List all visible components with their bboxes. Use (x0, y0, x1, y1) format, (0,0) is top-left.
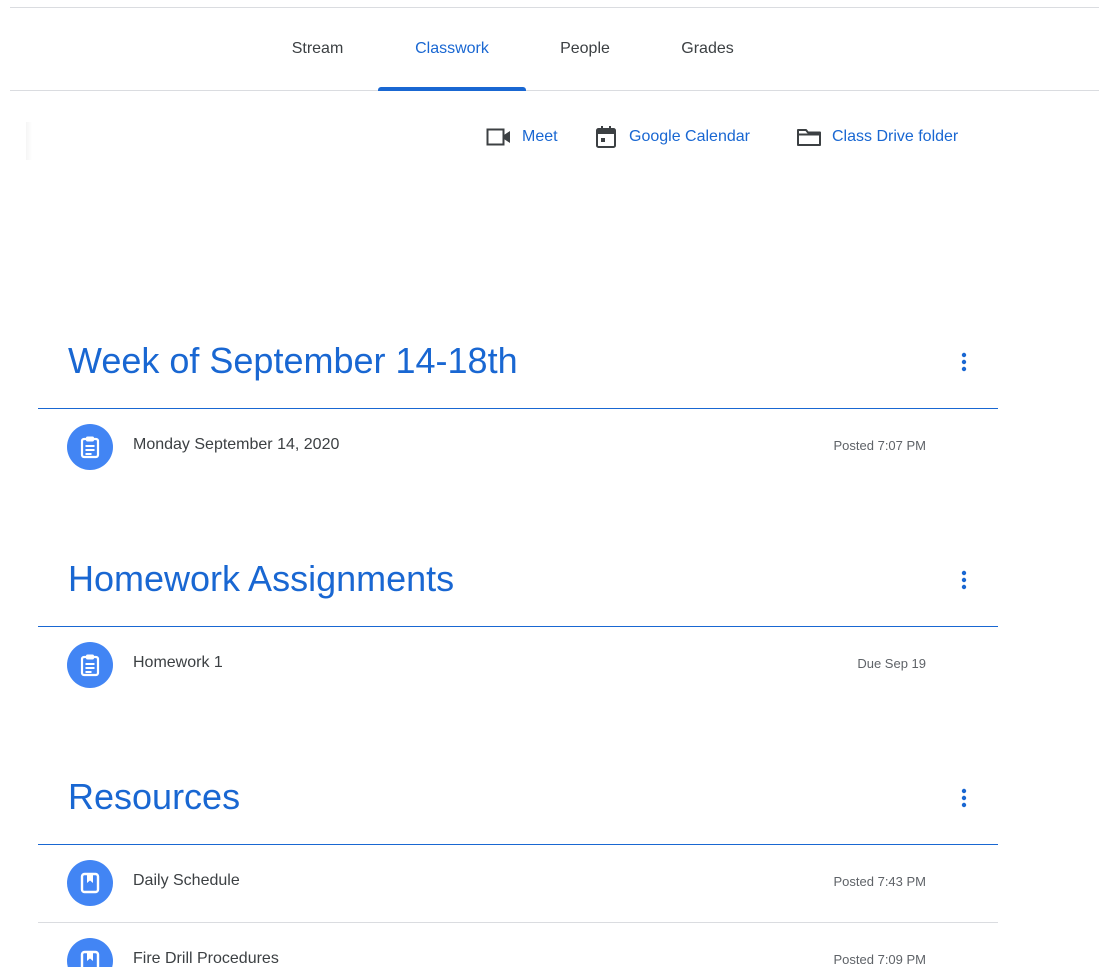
google-calendar-link[interactable]: Google Calendar (593, 120, 750, 154)
topic-more-options-button[interactable] (952, 568, 976, 592)
more-vert-icon (961, 788, 967, 808)
tab-people[interactable]: People (550, 8, 620, 90)
tab-classwork-label: Classwork (415, 40, 489, 57)
active-tab-indicator (378, 87, 526, 91)
topic-title: Week of September 14-18th (68, 340, 518, 381)
topic-more-options-button[interactable] (952, 786, 976, 810)
meet-link-label: Meet (522, 128, 558, 145)
item-timestamp: Posted 7:09 PM (833, 952, 927, 967)
tab-grades-label: Grades (681, 40, 734, 57)
item-title: Daily Schedule (133, 872, 240, 889)
tab-grades[interactable]: Grades (670, 8, 745, 90)
classwork-item[interactable]: Homework 1 Due Sep 19 (38, 627, 998, 703)
folder-icon (796, 125, 822, 149)
classwork-item[interactable]: Daily Schedule Posted 7:43 PM (38, 845, 998, 921)
item-timestamp: Posted 7:43 PM (833, 874, 927, 889)
topic-section: Resources Daily Schedule Posted 7:43 PM (38, 772, 998, 967)
tab-stream[interactable]: Stream (280, 8, 355, 90)
more-vert-icon (961, 352, 967, 372)
class-drive-folder-link[interactable]: Class Drive folder (796, 120, 958, 154)
classwork-item[interactable]: Monday September 14, 2020 Posted 7:07 PM (38, 409, 998, 485)
class-drive-folder-link-label: Class Drive folder (832, 128, 959, 145)
google-calendar-link-label: Google Calendar (629, 128, 750, 145)
classwork-item[interactable]: Fire Drill Procedures Posted 7:09 PM (38, 923, 998, 967)
item-due-date: Due Sep 19 (857, 656, 926, 671)
tab-people-label: People (560, 40, 610, 57)
more-vert-icon (961, 570, 967, 590)
item-title: Homework 1 (133, 654, 223, 671)
topic-section: Homework Assignments Homework 1 Due Sep (38, 554, 998, 704)
topic-title: Resources (68, 776, 241, 817)
video-camera-icon (486, 125, 512, 149)
assignment-icon (67, 424, 113, 470)
material-icon (67, 938, 113, 967)
topic-more-options-button[interactable] (952, 350, 976, 374)
calendar-icon (593, 125, 619, 149)
material-icon (67, 860, 113, 906)
topic-title: Homework Assignments (68, 558, 455, 599)
left-edge-shadow (26, 122, 32, 160)
classroom-classwork-page: Stream Classwork People Grades Meet Goog… (0, 0, 1099, 967)
topic-section: Week of September 14-18th Monday Septemb… (38, 336, 998, 486)
item-title: Monday September 14, 2020 (133, 436, 340, 453)
tab-classwork[interactable]: Classwork (378, 8, 526, 91)
meet-link[interactable]: Meet (486, 120, 558, 154)
assignment-icon (67, 642, 113, 688)
tab-bar: Stream Classwork People Grades (10, 8, 1099, 91)
item-title: Fire Drill Procedures (133, 950, 279, 967)
tab-stream-label: Stream (291, 40, 344, 57)
item-timestamp: Posted 7:07 PM (833, 438, 927, 453)
